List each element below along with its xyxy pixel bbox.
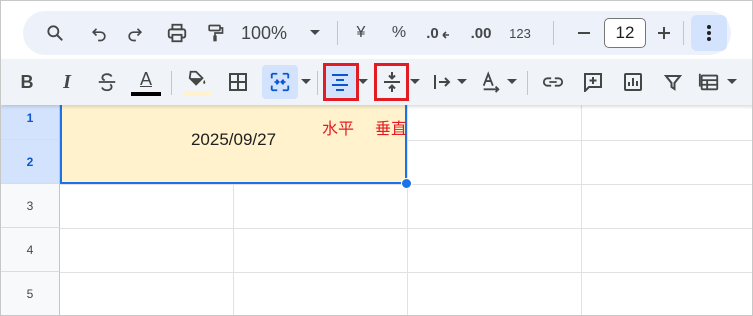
italic-button[interactable]: I <box>53 67 81 97</box>
undo-icon[interactable] <box>85 19 113 47</box>
bold-label: B <box>20 71 34 92</box>
decrease-decimal-button[interactable]: .0 <box>423 19 453 47</box>
text-rotation-dropdown-icon[interactable] <box>505 67 519 97</box>
bold-button[interactable]: B <box>13 67 41 97</box>
vertical-align-dropdown-icon[interactable] <box>408 67 422 97</box>
toolbar-divider <box>527 71 528 95</box>
increase-decimal-button[interactable]: .00 <box>463 19 499 47</box>
increase-font-size-icon[interactable] <box>651 19 677 47</box>
text-color-button[interactable]: A <box>131 65 161 99</box>
currency-format-button[interactable]: ¥ <box>349 19 373 47</box>
text-color-swatch <box>131 91 161 96</box>
toolbar-divider <box>683 21 684 45</box>
toolbar-divider <box>171 71 172 95</box>
insert-chart-icon[interactable] <box>619 67 647 97</box>
filter-icon[interactable] <box>659 67 687 97</box>
font-size-input[interactable]: 12 <box>604 18 646 48</box>
paint-bucket-icon <box>188 70 206 86</box>
print-icon[interactable] <box>163 19 191 47</box>
arrow-left-icon <box>442 31 449 39</box>
decrease-decimal-label: .0 <box>426 24 439 42</box>
insert-link-icon[interactable] <box>539 67 567 97</box>
decrease-font-size-icon[interactable] <box>571 19 597 47</box>
text-color-label: A <box>139 68 152 89</box>
insert-comment-icon[interactable] <box>579 67 607 97</box>
number-format-label: 123 <box>509 25 531 41</box>
merge-cells-icon[interactable] <box>262 65 298 99</box>
text-rotation-icon[interactable] <box>477 67 505 97</box>
grid-line <box>407 97 408 315</box>
search-menus-icon[interactable] <box>41 19 69 47</box>
text-wrapping-icon[interactable] <box>429 67 455 97</box>
strikethrough-icon[interactable] <box>93 67 121 97</box>
row-header-2[interactable]: 2 <box>1 140 60 184</box>
grid-line <box>581 97 582 315</box>
zoom-value: 100% <box>241 22 288 43</box>
vertical-align-highlight <box>374 63 409 101</box>
paint-format-icon[interactable] <box>201 19 229 47</box>
text-wrapping-dropdown-icon[interactable] <box>455 67 469 97</box>
increase-decimal-label: .00 <box>470 24 492 42</box>
row-header-5[interactable]: 5 <box>1 272 60 315</box>
more-options-icon[interactable] <box>691 15 727 51</box>
zoom-select[interactable]: 100% <box>241 19 301 47</box>
italic-label: I <box>63 70 71 93</box>
fill-handle[interactable] <box>401 178 412 189</box>
fill-color-button[interactable] <box>181 65 213 99</box>
merged-cell-value: 2025/09/27 <box>190 129 277 149</box>
toolbar-divider <box>553 21 554 45</box>
currency-symbol: ¥ <box>356 24 366 41</box>
percent-symbol: % <box>391 24 407 41</box>
vertical-annotation-label: 垂直 <box>375 119 408 138</box>
table-view-icon[interactable] <box>695 67 723 97</box>
merged-cell-a1-b2[interactable]: 2025/09/27 <box>60 97 407 184</box>
zoom-dropdown-icon[interactable] <box>305 19 325 47</box>
spreadsheet-window: 100% ¥ % .0 .00 123 12 B I A 1 2 3 4 5 2… <box>0 0 753 316</box>
number-format-button[interactable]: 123 <box>505 19 535 47</box>
borders-icon[interactable] <box>223 67 253 97</box>
redo-icon[interactable] <box>121 19 149 47</box>
horizontal-align-highlight <box>323 63 359 101</box>
toolbar-divider <box>317 71 318 95</box>
row-header-4[interactable]: 4 <box>1 228 60 272</box>
percent-format-button[interactable]: % <box>387 19 411 47</box>
table-view-dropdown-icon[interactable] <box>725 67 739 97</box>
horizontal-annotation-label: 水平 <box>322 119 355 138</box>
merge-dropdown-icon[interactable] <box>298 67 314 97</box>
fill-color-swatch <box>183 91 211 95</box>
toolbar-divider <box>337 21 338 45</box>
row-header-3[interactable]: 3 <box>1 184 60 228</box>
